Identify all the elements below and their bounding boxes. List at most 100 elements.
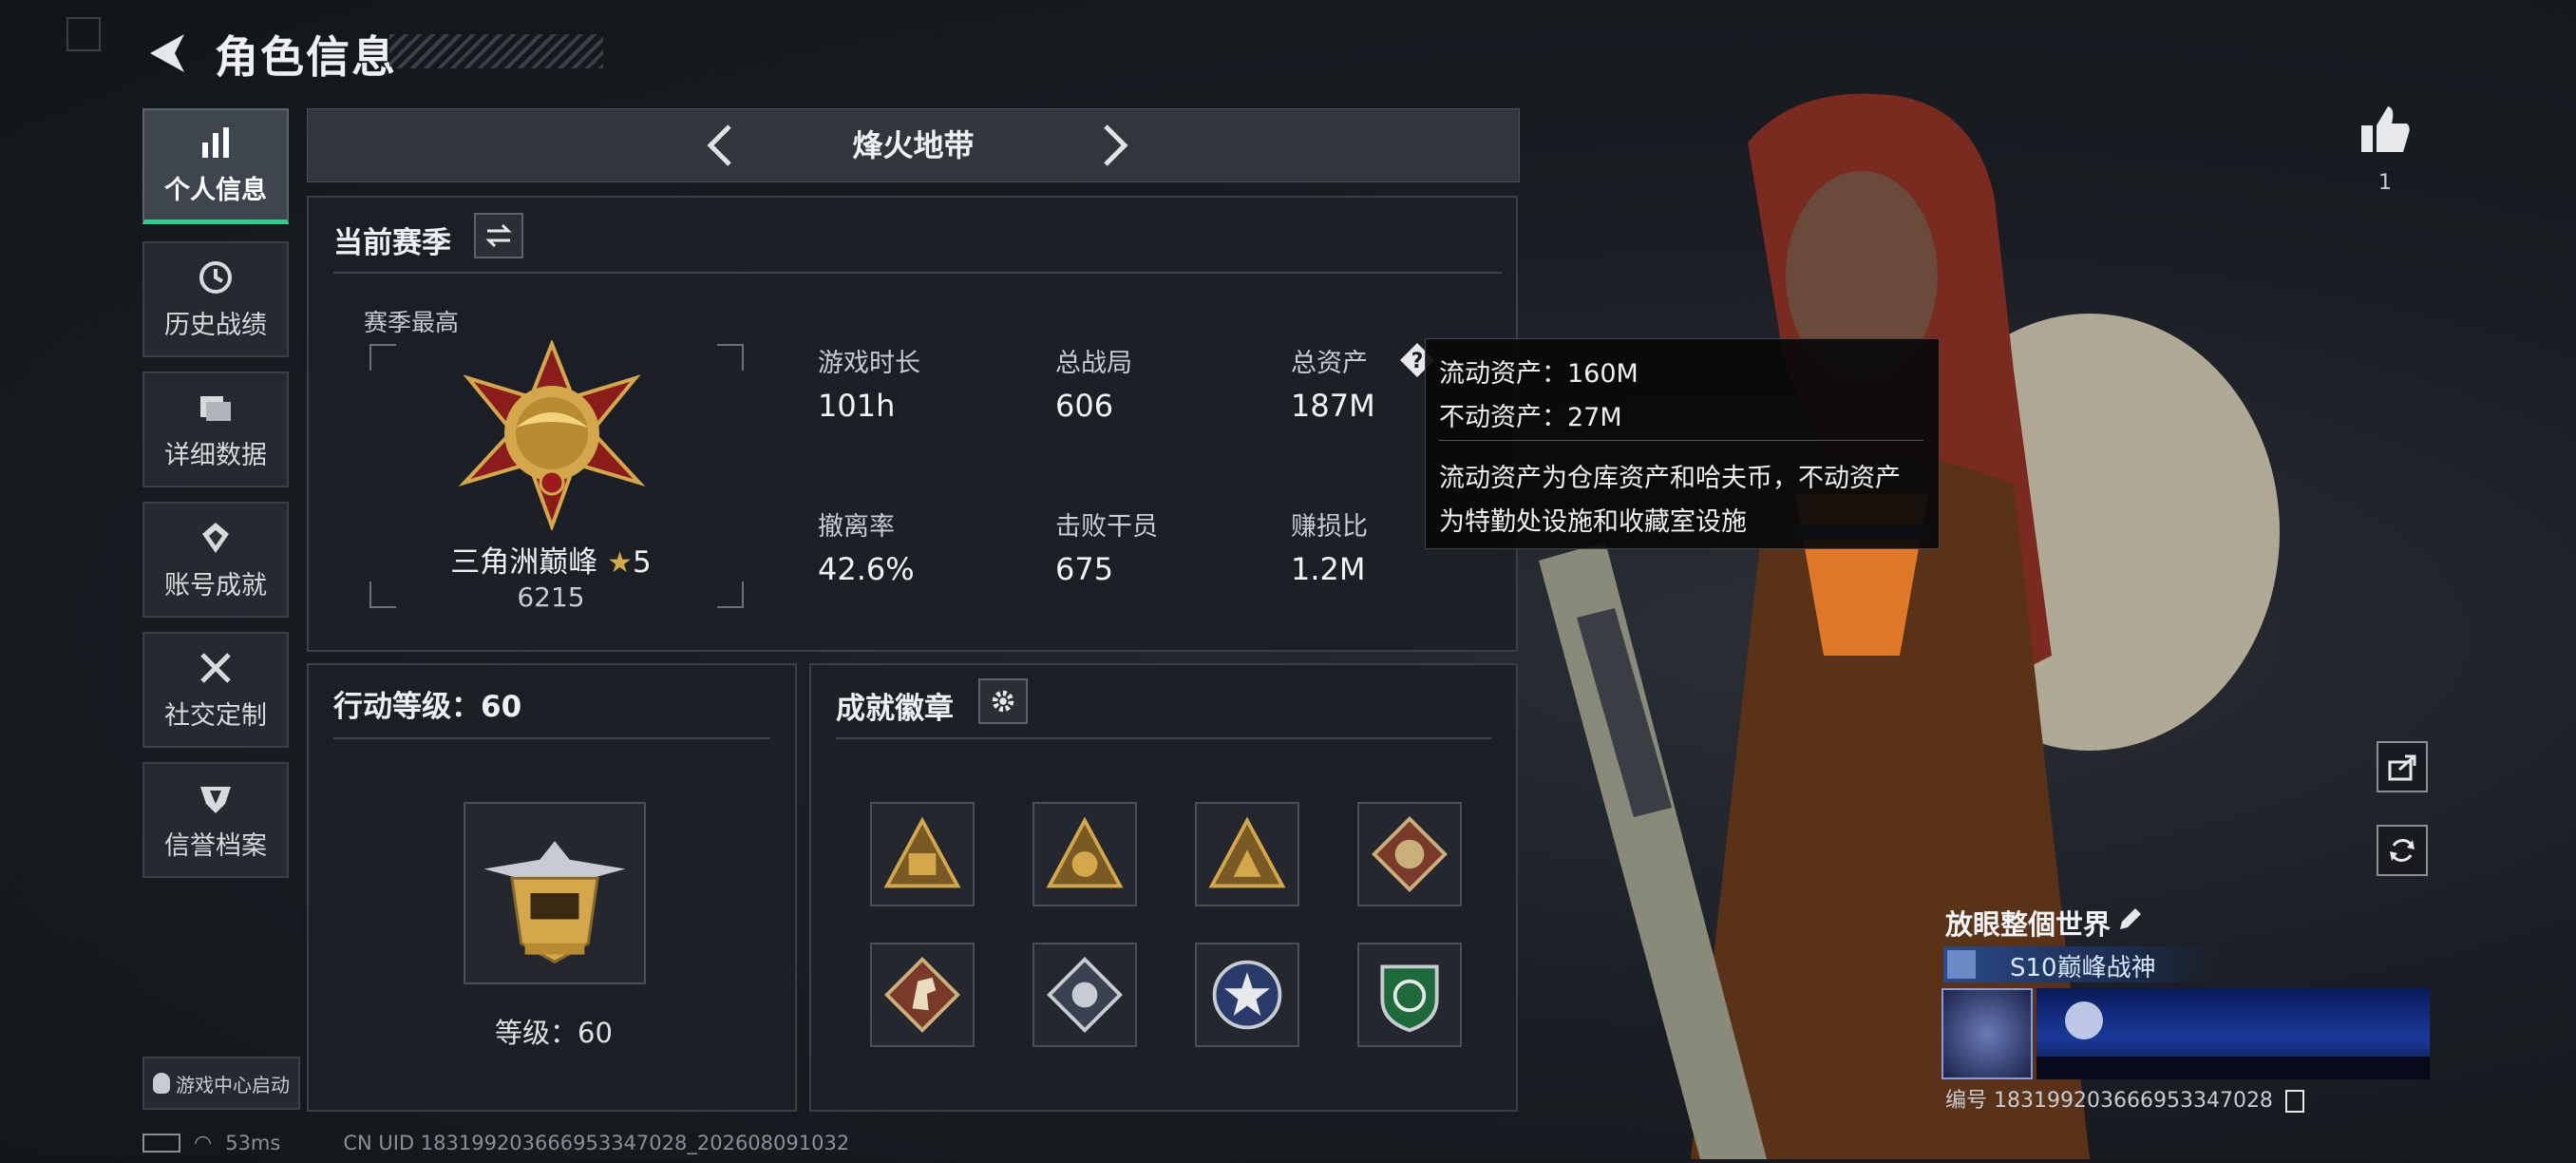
sidebar-item-social[interactable]: 社交定制: [142, 632, 289, 748]
sidebar-item-history[interactable]: 历史战绩: [142, 241, 289, 357]
chevron-right-icon: [1104, 124, 1128, 166]
badge-slot[interactable]: [1357, 943, 1462, 1047]
stat-label-total-matches: 总战局: [1055, 349, 1132, 378]
page-title: 角色信息: [215, 31, 397, 83]
share-button[interactable]: [2377, 741, 2428, 792]
svg-text:?: ?: [1411, 350, 1424, 373]
sidebar-item-detailed-data[interactable]: 详细数据: [142, 372, 289, 487]
avatar-frame: [1941, 988, 2033, 1079]
like-button[interactable]: [2358, 103, 2413, 158]
profile-name: 放眼整個世界: [1945, 908, 2112, 941]
frame-corner: [717, 582, 744, 608]
rank-name: 三角洲巅峰: [450, 545, 598, 580]
rank-stars: 5: [633, 545, 652, 580]
badge-slot[interactable]: [870, 802, 975, 906]
history-icon: [199, 260, 232, 294]
action-level-panel: 行动等级：60 等级：60: [307, 663, 797, 1112]
ping: 53ms: [225, 1132, 281, 1154]
title-decoration: [389, 34, 603, 68]
horse-badge-icon: [884, 957, 960, 1033]
rank-score: 6215: [517, 582, 585, 613]
divider: [333, 737, 770, 739]
title-tag: S10巅峰战神: [1943, 946, 2219, 982]
player-id: 编号 1831992036669533470​28: [1945, 1083, 2304, 1114]
switch-season-button[interactable]: [474, 213, 523, 258]
game-center-label: 游戏中心启动: [176, 1073, 290, 1096]
badge-slot[interactable]: [870, 943, 975, 1047]
tooltip-liquid-assets: 流动资产：160M: [1439, 359, 1638, 389]
gear-icon: [992, 690, 1014, 713]
corner-marker: [66, 17, 101, 51]
badge-slot[interactable]: [1032, 802, 1137, 906]
frame-corner: [717, 344, 744, 371]
green-shield-badge-icon: [1380, 964, 1439, 1033]
tooltip-description-line1: 流动资产为仓库资产和哈夫币，不动资产: [1439, 464, 1901, 493]
refresh-icon: [2390, 839, 2415, 862]
badge-slot[interactable]: [1195, 943, 1299, 1047]
uid: CN UID 1831992036669533470​28_2026080910…: [343, 1132, 850, 1154]
mode-selector: 烽火地带: [307, 108, 1520, 182]
tooltip-description-line2: 为特勤处设施和收藏室设施: [1439, 507, 1747, 537]
triangle-badge-icon: [1208, 816, 1286, 888]
refresh-button[interactable]: [2377, 825, 2428, 876]
like-count: 1: [2378, 171, 2392, 195]
achievement-icon: [202, 522, 229, 553]
stat-label-profit-ratio: 赚损比: [1291, 512, 1368, 542]
star-icon: ★: [607, 546, 634, 580]
tools-icon: [200, 652, 231, 683]
next-mode-button[interactable]: [1087, 119, 1140, 172]
banner-image: [2036, 988, 2430, 1079]
triangle-badge-icon: [1046, 816, 1124, 888]
divider: [836, 737, 1491, 739]
frame-corner: [369, 344, 396, 371]
assets-tooltip: 流动资产：160M 不动资产：27M 流动资产为仓库资产和哈夫币，不动资产 为特…: [1425, 338, 1940, 549]
stat-value-profit-ratio: 1.2M: [1291, 551, 1366, 587]
thumbs-up-icon: [2361, 106, 2410, 152]
stat-value-extraction-rate: 42.6%: [818, 551, 915, 587]
divider: [1439, 440, 1923, 441]
edit-name-button[interactable]: [2114, 905, 2145, 935]
badge-slot[interactable]: [1032, 943, 1137, 1047]
stat-value-kills: 675: [1055, 551, 1114, 587]
sidebar-item-label: 信誉档案: [164, 830, 267, 861]
divider: [333, 272, 1502, 274]
prev-mode-button[interactable]: [695, 119, 748, 172]
sidebar-item-label: 详细数据: [164, 440, 267, 470]
sidebar-item-reputation[interactable]: 信誉档案: [142, 762, 289, 878]
sidebar-item-label: 个人信息: [164, 176, 267, 205]
sidebar-item-label: 社交定制: [164, 700, 267, 731]
stat-label-kills: 击败干员: [1055, 512, 1158, 542]
battery-icon: [142, 1134, 180, 1153]
level-label: 等级：60: [495, 1017, 613, 1049]
badge-slot[interactable]: [1195, 802, 1299, 906]
badge-settings-button[interactable]: [978, 678, 1028, 724]
rank-emblem: [449, 338, 654, 532]
bar-chart-icon: [202, 127, 229, 158]
tooltip-fixed-assets: 不动资产：27M: [1439, 403, 1622, 432]
copy-icon[interactable]: [2284, 1090, 2304, 1113]
star-badge-icon: [1212, 960, 1282, 1030]
title-tag-label: S10巅峰战神: [2010, 954, 2156, 982]
mode-title: 烽火地带: [852, 127, 975, 163]
sidebar-item-label: 账号成就: [164, 570, 267, 601]
penguin-icon: [153, 1073, 170, 1094]
swap-icon: [485, 223, 512, 248]
stat-value-total-matches: 606: [1055, 388, 1114, 424]
sidebar-item-personal-info[interactable]: 个人信息: [142, 108, 289, 224]
badge-slot[interactable]: [1357, 802, 1462, 906]
game-center-launch-button[interactable]: 游戏中心启动: [142, 1057, 300, 1110]
sidebar-item-achievements[interactable]: 账号成就: [142, 502, 289, 618]
wifi-icon: ◠: [194, 1131, 213, 1155]
shield-icon: [200, 786, 231, 813]
season-title: 当前赛季: [333, 226, 451, 260]
status-bar: ◠ 53ms CN UID 1831992036669533470​28_202…: [142, 1129, 849, 1157]
share-icon: [2388, 754, 2416, 781]
dragon-badge-icon: [1372, 816, 1448, 892]
action-level-title: 行动等级：60: [333, 690, 522, 724]
badges-panel: 成就徽章: [809, 663, 1518, 1112]
profile-card: 放眼整個世界 S10巅峰战神 编号 1831992036669533470​28: [1934, 897, 2430, 1115]
stat-value-playtime: 101h: [818, 388, 896, 424]
folder-icon: [200, 395, 231, 421]
back-arrow-icon[interactable]: [142, 29, 192, 78]
season-best-label: 赛季最高: [364, 309, 460, 336]
